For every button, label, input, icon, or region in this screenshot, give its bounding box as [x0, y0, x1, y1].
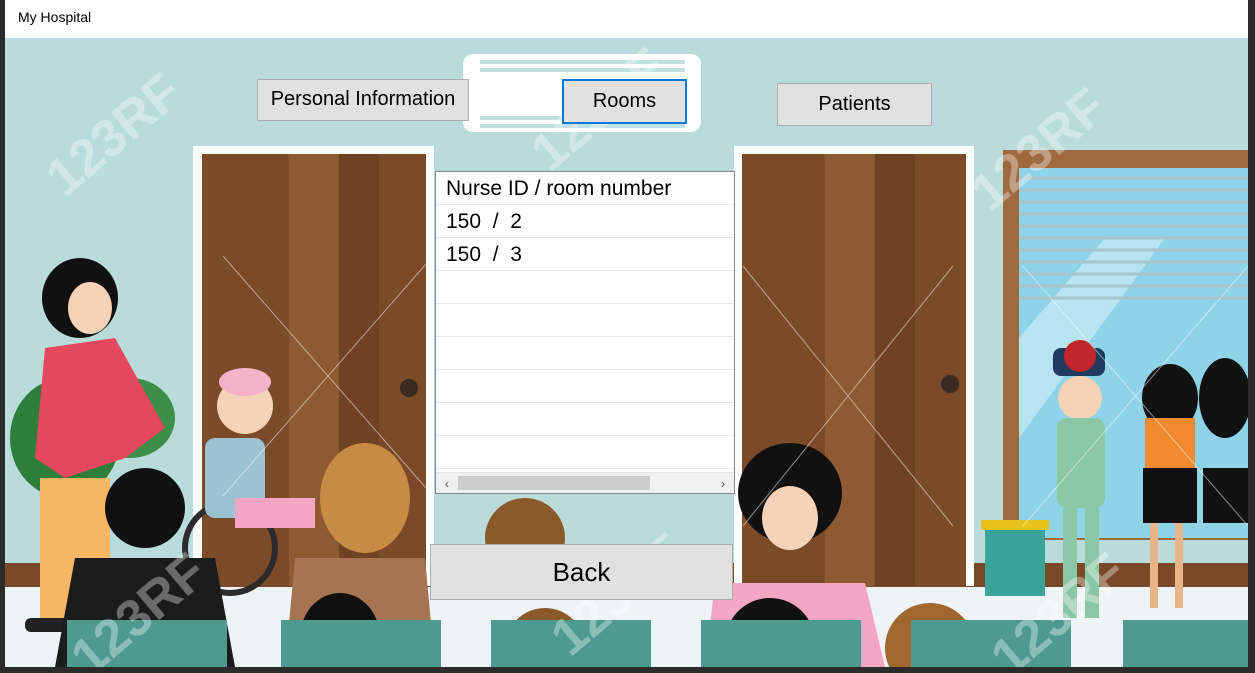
rooms-listbox[interactable]: Nurse ID / room number 150 / 2 150 / 3 ‹…: [435, 171, 735, 494]
app-window: My Hospital 123RF 123RF 123RF 123RF Pers…: [5, 0, 1248, 667]
list-item[interactable]: [436, 370, 734, 403]
scroll-left-icon[interactable]: ‹: [438, 473, 456, 493]
back-button[interactable]: Back: [430, 544, 733, 600]
list-item[interactable]: [436, 337, 734, 370]
list-item[interactable]: [436, 436, 734, 469]
scroll-right-icon[interactable]: ›: [714, 473, 732, 493]
list-item[interactable]: 150 / 3: [436, 238, 734, 271]
rooms-button[interactable]: Rooms: [562, 79, 687, 124]
background-scene: 123RF 123RF 123RF 123RF 123RF 123RF Pers…: [5, 38, 1248, 667]
list-item[interactable]: [436, 271, 734, 304]
personal-information-button[interactable]: Personal Information: [257, 79, 469, 121]
list-header-row[interactable]: Nurse ID / room number: [436, 172, 734, 205]
horizontal-scrollbar[interactable]: ‹ ›: [436, 472, 734, 493]
list-item[interactable]: 150 / 2: [436, 205, 734, 238]
list-item[interactable]: [436, 304, 734, 337]
watermark-text: 123RF: [35, 62, 192, 207]
scrollbar-thumb[interactable]: [458, 476, 650, 490]
window-title: My Hospital: [18, 9, 92, 25]
patients-button[interactable]: Patients: [777, 83, 932, 126]
title-bar: My Hospital: [5, 0, 1248, 38]
list-item[interactable]: [436, 403, 734, 436]
